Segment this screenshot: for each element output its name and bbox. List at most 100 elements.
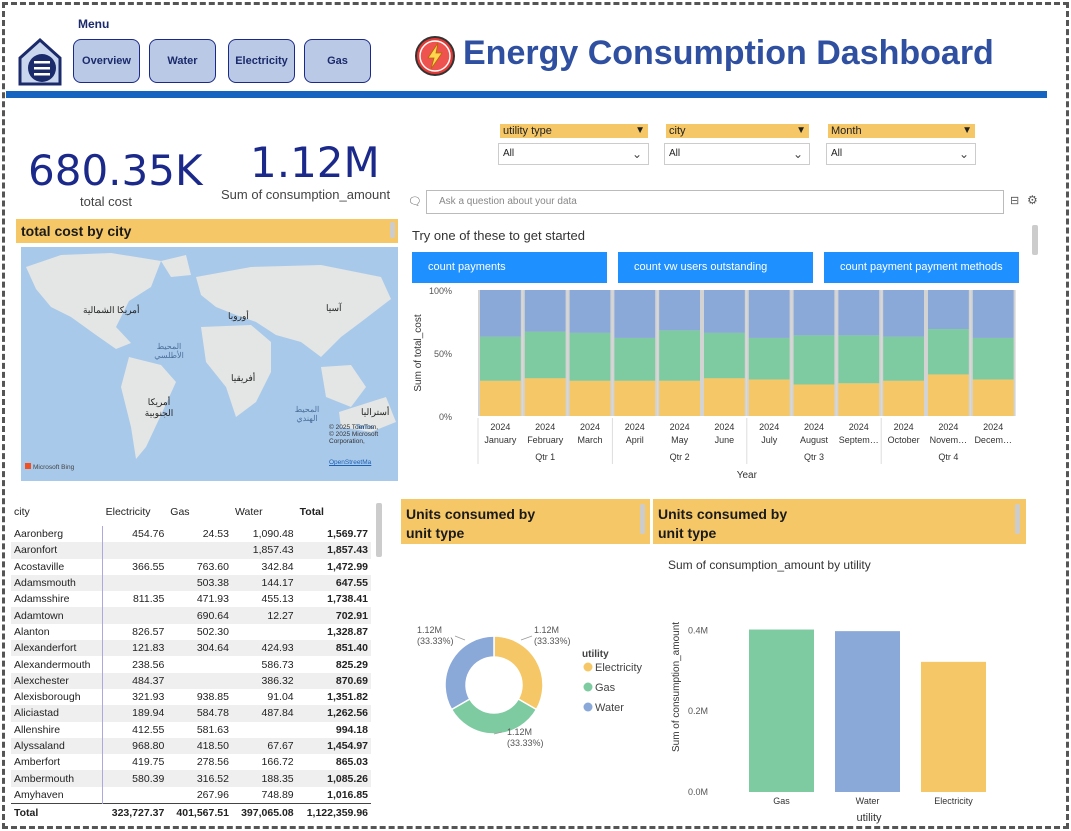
bar-segment-electricity [569,380,611,416]
column-header-total[interactable]: Total [297,498,371,526]
value-cell [102,574,168,592]
value-cell: 342.84 [261,560,294,573]
chevron-down-icon: ⌄ [792,147,803,161]
gear-icon[interactable]: ⚙ [1027,193,1038,207]
menu-label: Menu [78,17,110,31]
table-row[interactable]: Aaronfort 1,857.43 1,857.43 [11,542,371,559]
column-header-gas[interactable]: Gas [167,498,232,526]
map-osm-link[interactable]: OpenStreetMa [329,459,371,466]
value-cell [102,607,168,624]
city-cell: Adamtown [11,607,104,624]
table-row[interactable]: Alexanderfort 121.83 304.64 424.93 851.40 [11,640,371,657]
value-cell: 424.93 [231,640,297,657]
slicer-utility-type[interactable]: All ⌄ [498,143,649,165]
value-cell: 1,090.48 [252,528,294,541]
city-cell: Aaronberg [11,526,104,543]
bar-segment-gas [972,337,1014,380]
legend-dot-electricity [583,662,593,672]
legend-label-gas: Gas [595,682,616,694]
x-month-label: July [761,435,778,445]
value-cell [167,656,232,672]
table-row[interactable]: Adamsshire 811.35 471.93 455.13 1,738.41 [11,591,371,608]
table-row[interactable]: Acostaville 366.55 763.60 342.84 1,472.99 [11,558,371,575]
value-cell: 502.30 [196,625,229,638]
value-cell: 811.35 [132,593,165,606]
table-row[interactable]: Aliciastad 189.94 584.78 487.84 1,262.56 [11,705,371,722]
bar-segment-gas [524,331,566,379]
x-quarter-label: Qtr 1 [535,452,555,462]
bar-segment-gas [569,332,611,381]
value-cell: 870.69 [296,672,371,689]
table-row[interactable]: Alyssaland 968.80 418.50 67.67 1,454.97 [11,737,371,755]
column-header-electricity[interactable]: Electricity [103,498,168,526]
x-month-label: February [527,435,564,445]
qa-suggestion-3[interactable]: count payment payment methods [824,252,1019,283]
value-cell: 91.04 [267,691,294,704]
bar-segment-water [704,290,745,333]
map-terms-link[interactable]: Terms [356,424,374,431]
city-cell: Acostaville [11,558,104,575]
qa-input[interactable]: Ask a question about your data [426,190,1004,214]
value-cell: 304.64 [167,640,232,657]
nav-button-gas[interactable]: Gas [304,39,371,83]
value-cell: 865.03 [335,756,368,769]
map-title: total cost by city [16,219,398,243]
qa-suggestion-2[interactable]: count vw users outstanding [618,252,813,283]
x-year-label: 2024 [894,422,914,432]
x-year-label: 2024 [759,422,779,432]
table-row[interactable]: Adamtown 690.64 12.27 702.91 [11,607,371,624]
x-year-label: 2024 [580,422,600,432]
total-cell: 323,727.37 [102,802,168,823]
column-header-water[interactable]: Water [232,498,297,526]
x-month-label: March [577,435,602,445]
total-cost-value: 680.35K [28,146,203,195]
slicer-month[interactable]: All ⌄ [826,143,976,165]
table-row[interactable]: Aaronberg 454.76 24.53 1,090.48 1,569.77 [11,526,371,543]
nav-button-electricity[interactable]: Electricity [228,39,295,83]
table-row[interactable]: Alexandermouth 238.56 586.73 825.29 [11,656,371,673]
table-row[interactable]: Alexisborough 321.93 938.85 91.04 1,351.82 [11,688,371,706]
consumption-bar-chart: Sum of consumption_amount by utility 0.0M… [668,558,986,824]
table-row[interactable]: Adamsmouth 503.38 144.17 647.55 [11,574,371,592]
value-cell: 584.78 [167,705,232,722]
table-row[interactable]: Allenshire 412.55 581.63 994.18 [11,721,371,738]
bar-gas [749,629,814,792]
map-label-south-america: أمريكا الجنوبية [144,397,174,418]
nav-button-water[interactable]: Water [149,39,216,83]
legend-label-electricity: Electricity [595,662,643,674]
table-row[interactable]: Alexchester 484.37 386.32 870.69 [11,672,371,689]
slicer-city[interactable]: All ⌄ [664,143,810,165]
bar-segment-electricity [524,378,566,416]
table-row[interactable]: Ambermouth 580.39 316.52 188.35 1,085.26 [11,770,371,787]
value-cell: 1,569.77 [327,528,368,541]
value-cell: 503.38 [167,574,232,592]
column-header-city[interactable]: city [11,498,103,526]
bar-segment-electricity [883,380,924,416]
x-month-label: May [671,435,689,445]
nav-button-overview[interactable]: Overview [73,39,140,83]
x-quarter-label: Qtr 2 [670,452,690,462]
value-cell: 267.96 [196,788,229,801]
table-scrollbar[interactable] [376,503,382,557]
qa-scrollbar[interactable] [1032,225,1038,255]
city-cell: Aliciastad [11,705,104,722]
value-cell: 851.40 [296,640,371,657]
value-cell: 1,857.43 [231,542,297,559]
value-cell: 968.80 [102,737,168,755]
table-row[interactable]: Amyhaven 267.96 748.89 1,016.85 [11,786,371,804]
table-row[interactable]: Alanton 826.57 502.30 1,328.87 [11,623,371,641]
bar-panel-title: Units consumed by unit type [653,499,1026,544]
table-row[interactable]: Amberfort 419.75 278.56 166.72 865.03 [11,754,371,771]
x-year-label: 2024 [804,422,824,432]
value-cell: 412.55 [132,723,165,736]
qa-suggestion-1[interactable]: count payments [412,252,607,283]
home-menu-icon[interactable] [16,36,64,88]
view-options-icon[interactable]: ⊟ [1010,194,1019,207]
value-cell: 702.91 [296,607,371,624]
world-map[interactable]: أمريكا الشمالية أوروبا آسيا المحيط الأطل… [21,247,398,481]
bar-segment-electricity [838,383,880,416]
y-tick-label: 50% [434,349,452,359]
donut-legend-title: utility [582,649,609,660]
bar-segment-water [569,290,611,333]
value-cell: 1,085.26 [296,770,371,787]
